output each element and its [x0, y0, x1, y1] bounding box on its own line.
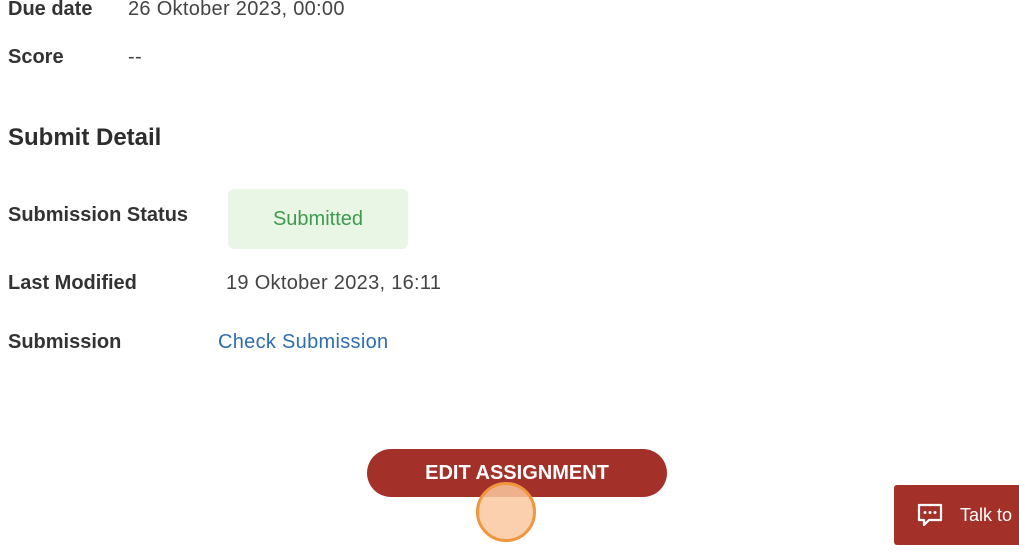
due-date-value: 26 Oktober 2023, 00:00: [128, 0, 345, 20]
score-value: --: [128, 46, 142, 68]
last-modified-label: Last Modified: [8, 272, 137, 294]
due-date-label: Due date: [8, 0, 93, 20]
chat-bubble-icon: [916, 503, 944, 527]
talk-to-label: Talk to: [960, 504, 1013, 525]
submission-label: Submission: [8, 331, 122, 353]
last-modified-value: 19 Oktober 2023, 16:11: [226, 272, 442, 294]
submission-status-label: Submission Status: [8, 204, 189, 226]
submission-status-badge: Submitted: [228, 189, 408, 249]
submit-detail-title: Submit Detail: [8, 124, 162, 151]
click-indicator: [476, 482, 536, 542]
score-label: Score: [8, 46, 64, 68]
check-submission-link[interactable]: Check Submission: [218, 331, 388, 354]
talk-to-chat-button[interactable]: Talk to: [894, 485, 1019, 545]
